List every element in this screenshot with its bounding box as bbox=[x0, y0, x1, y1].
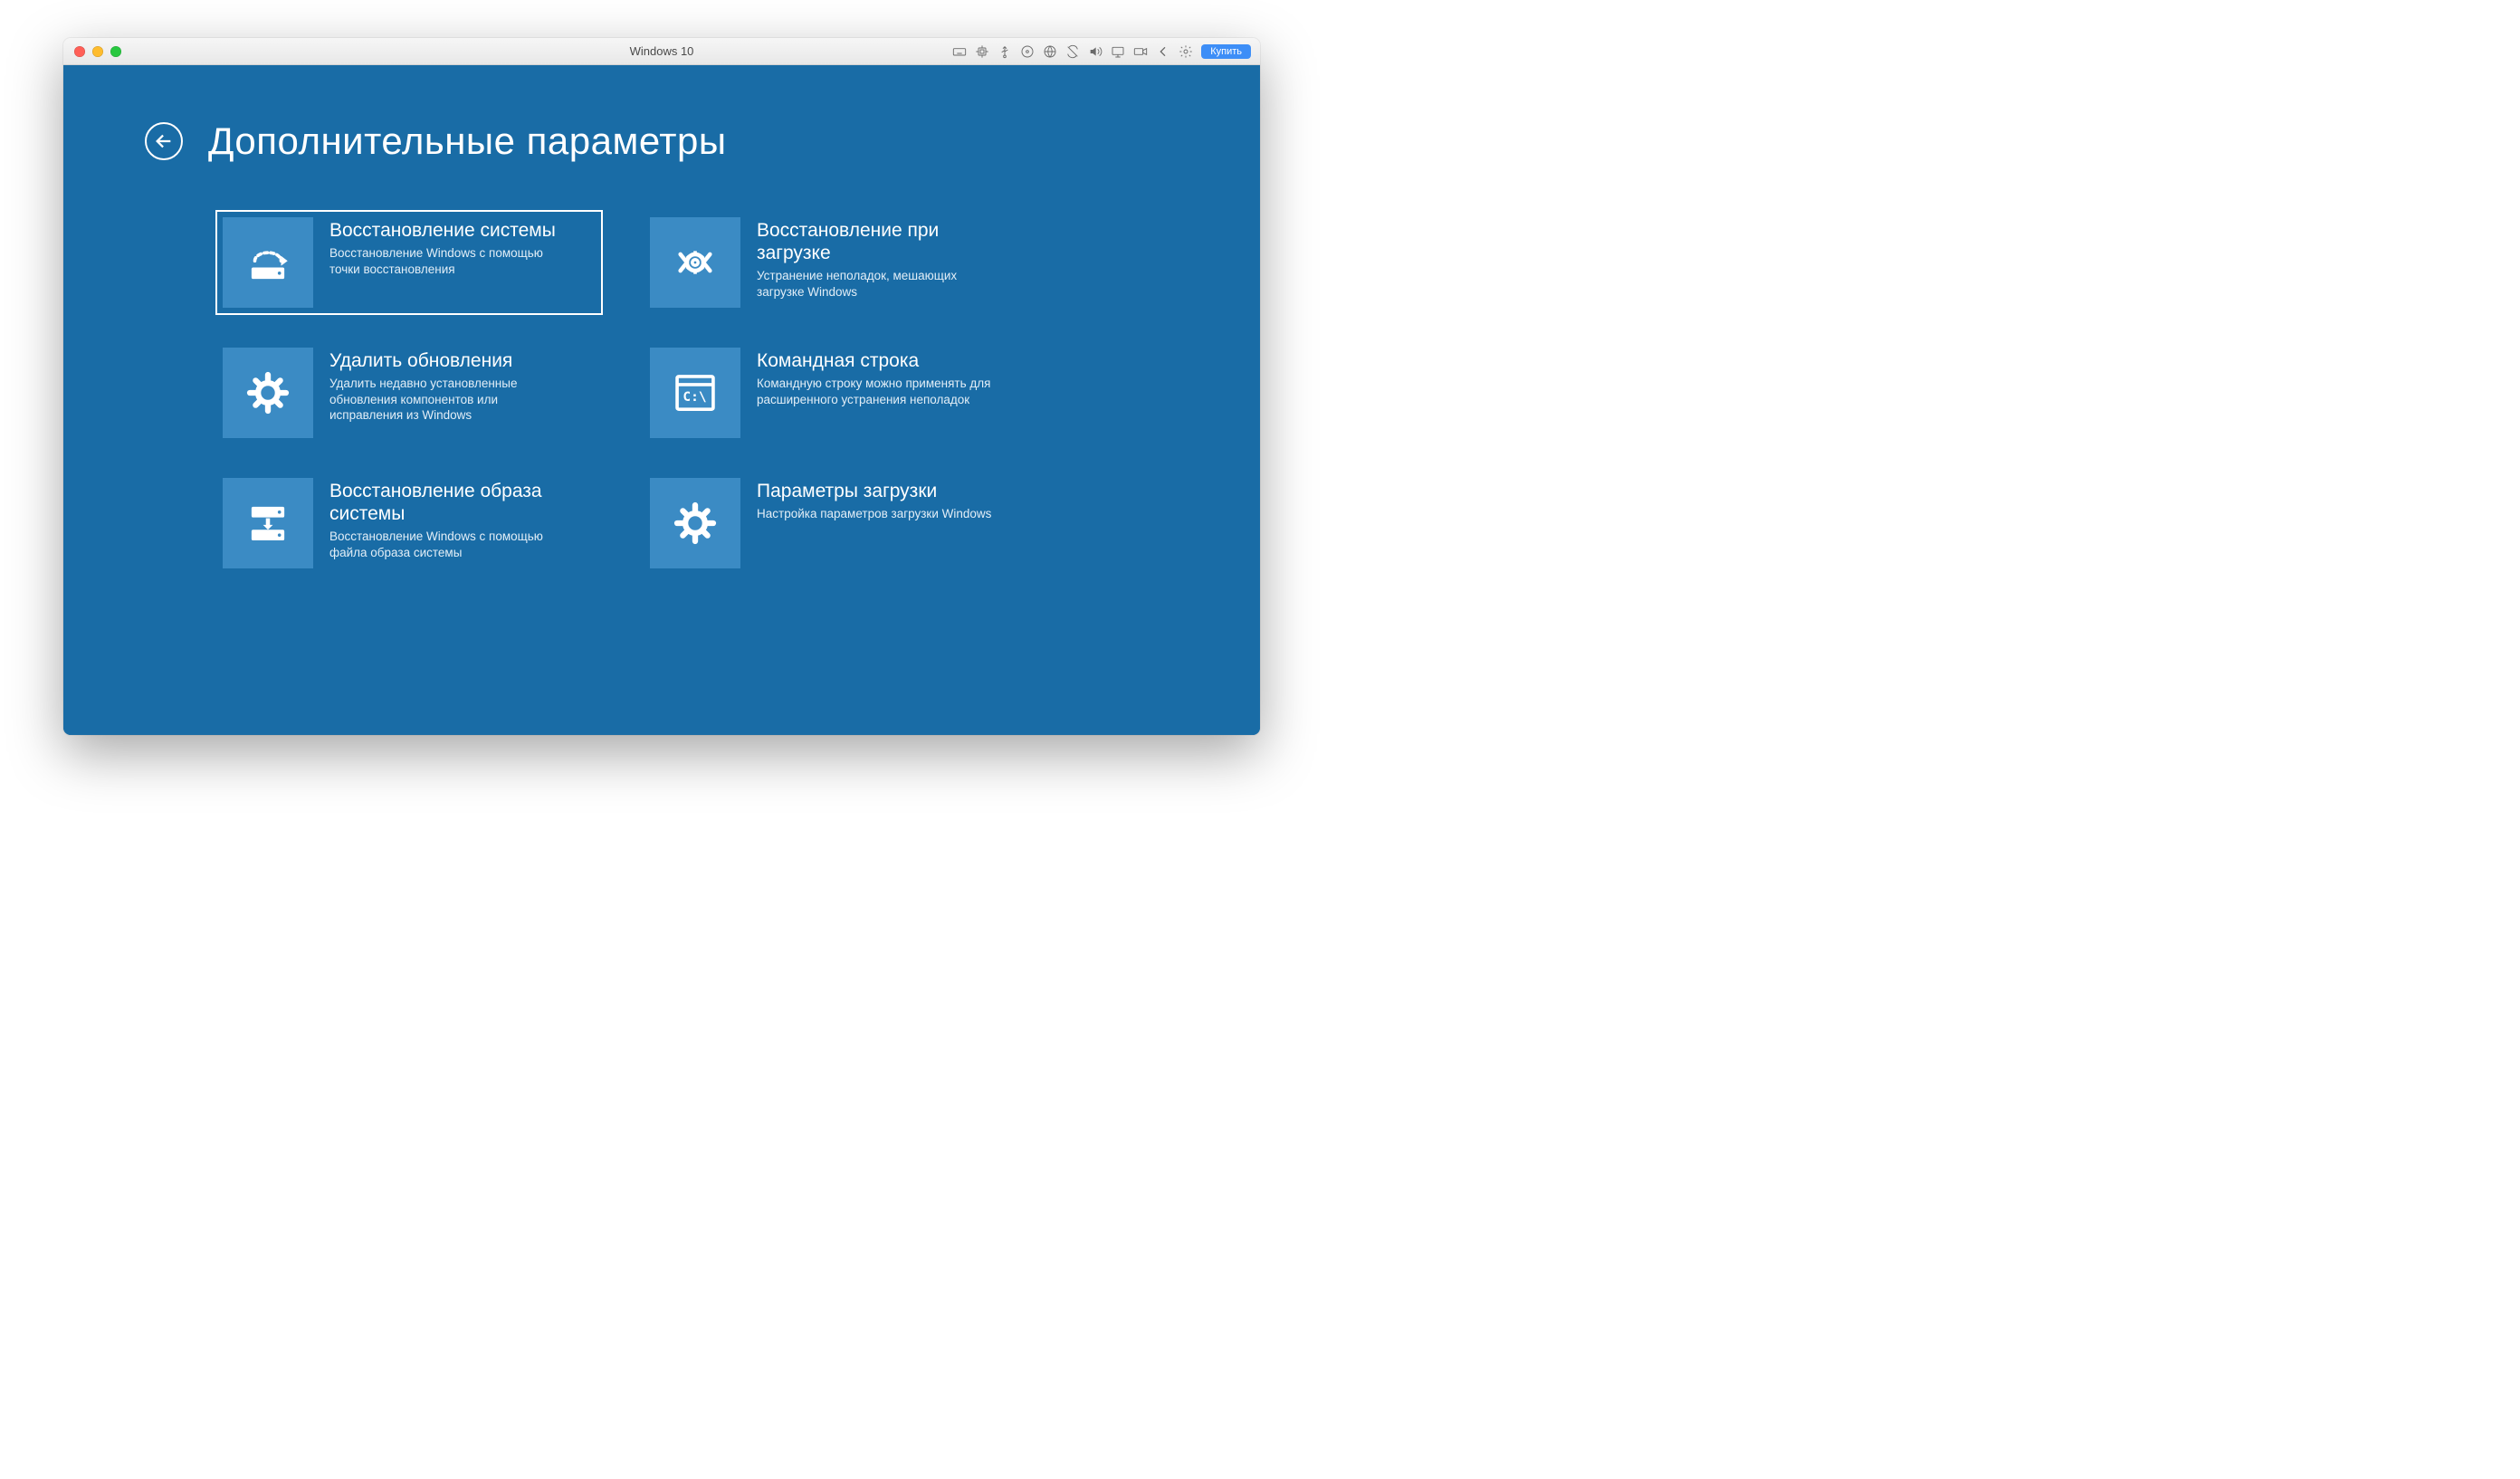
arrow-left-icon bbox=[154, 131, 174, 151]
vm-screen: Дополнительные параметры Восстановление … bbox=[63, 65, 1260, 735]
system-image-icon bbox=[223, 478, 313, 568]
window-controls bbox=[63, 46, 121, 57]
vm-window: Windows 10 Купить Дополнительные парамет… bbox=[63, 38, 1260, 735]
maximize-window-button[interactable] bbox=[110, 46, 121, 57]
tile-desc: Устранение неполадок, мешающих загрузке … bbox=[757, 268, 992, 300]
tile-title: Восстановление образа системы bbox=[329, 480, 587, 525]
tile-title: Командная строка bbox=[757, 349, 992, 372]
page-header: Дополнительные параметры bbox=[145, 119, 727, 163]
back-button[interactable] bbox=[145, 122, 183, 160]
tile-desc: Восстановление Windows с помощью точки в… bbox=[329, 245, 565, 277]
tile-desc: Настройка параметров загрузки Windows bbox=[757, 506, 991, 522]
tile-text: Параметры загрузки Настройка параметров … bbox=[757, 478, 1000, 522]
tile-title: Восстановление при загрузке bbox=[757, 219, 1014, 264]
tile-uninstall-updates[interactable]: Удалить обновления Удалить недавно устан… bbox=[215, 340, 603, 445]
buy-button[interactable]: Купить bbox=[1201, 44, 1251, 59]
command-prompt-icon: C:\ bbox=[650, 348, 740, 438]
cpu-icon[interactable] bbox=[975, 44, 989, 59]
startup-repair-icon bbox=[650, 217, 740, 308]
tile-text: Восстановление системы Восстановление Wi… bbox=[329, 217, 574, 277]
tray-icons: Купить bbox=[952, 44, 1260, 59]
options-grid: Восстановление системы Восстановление Wi… bbox=[215, 210, 1030, 576]
usb-icon[interactable] bbox=[998, 44, 1012, 59]
tile-title: Параметры загрузки bbox=[757, 480, 991, 502]
tile-text: Удалить обновления Удалить недавно устан… bbox=[329, 348, 574, 424]
system-restore-icon bbox=[223, 217, 313, 308]
svg-text:C:\: C:\ bbox=[682, 390, 706, 405]
camera-icon[interactable] bbox=[1133, 44, 1148, 59]
tile-desc: Восстановление Windows с помощью файла о… bbox=[329, 529, 565, 560]
tile-startup-settings[interactable]: Параметры загрузки Настройка параметров … bbox=[643, 471, 1030, 576]
close-window-button[interactable] bbox=[74, 46, 85, 57]
tile-text: Восстановление образа системы Восстановл… bbox=[329, 478, 596, 560]
minimize-window-button[interactable] bbox=[92, 46, 103, 57]
sound-icon[interactable] bbox=[1088, 44, 1102, 59]
tile-system-image-recovery[interactable]: Восстановление образа системы Восстановл… bbox=[215, 471, 603, 576]
display-icon[interactable] bbox=[1111, 44, 1125, 59]
tile-title: Восстановление системы bbox=[329, 219, 565, 242]
tile-text: Восстановление при загрузке Устранение н… bbox=[757, 217, 1023, 300]
titlebar: Windows 10 Купить bbox=[63, 38, 1260, 65]
gear-icon[interactable] bbox=[1179, 44, 1193, 59]
keyboard-icon[interactable] bbox=[952, 44, 967, 59]
tile-desc: Командную строку можно применять для рас… bbox=[757, 376, 992, 407]
gear-icon bbox=[223, 348, 313, 438]
sync-off-icon[interactable] bbox=[1065, 44, 1080, 59]
tile-desc: Удалить недавно установленные обновления… bbox=[329, 376, 565, 424]
tile-title: Удалить обновления bbox=[329, 349, 565, 372]
page-title: Дополнительные параметры bbox=[208, 119, 727, 163]
disc-icon[interactable] bbox=[1020, 44, 1035, 59]
back-arrow-icon[interactable] bbox=[1156, 44, 1170, 59]
gear-icon bbox=[650, 478, 740, 568]
tile-system-restore[interactable]: Восстановление системы Восстановление Wi… bbox=[215, 210, 603, 315]
tile-command-prompt[interactable]: C:\ Командная строка Командную строку мо… bbox=[643, 340, 1030, 445]
tile-startup-repair[interactable]: Восстановление при загрузке Устранение н… bbox=[643, 210, 1030, 315]
network-icon[interactable] bbox=[1043, 44, 1057, 59]
tile-text: Командная строка Командную строку можно … bbox=[757, 348, 1001, 407]
